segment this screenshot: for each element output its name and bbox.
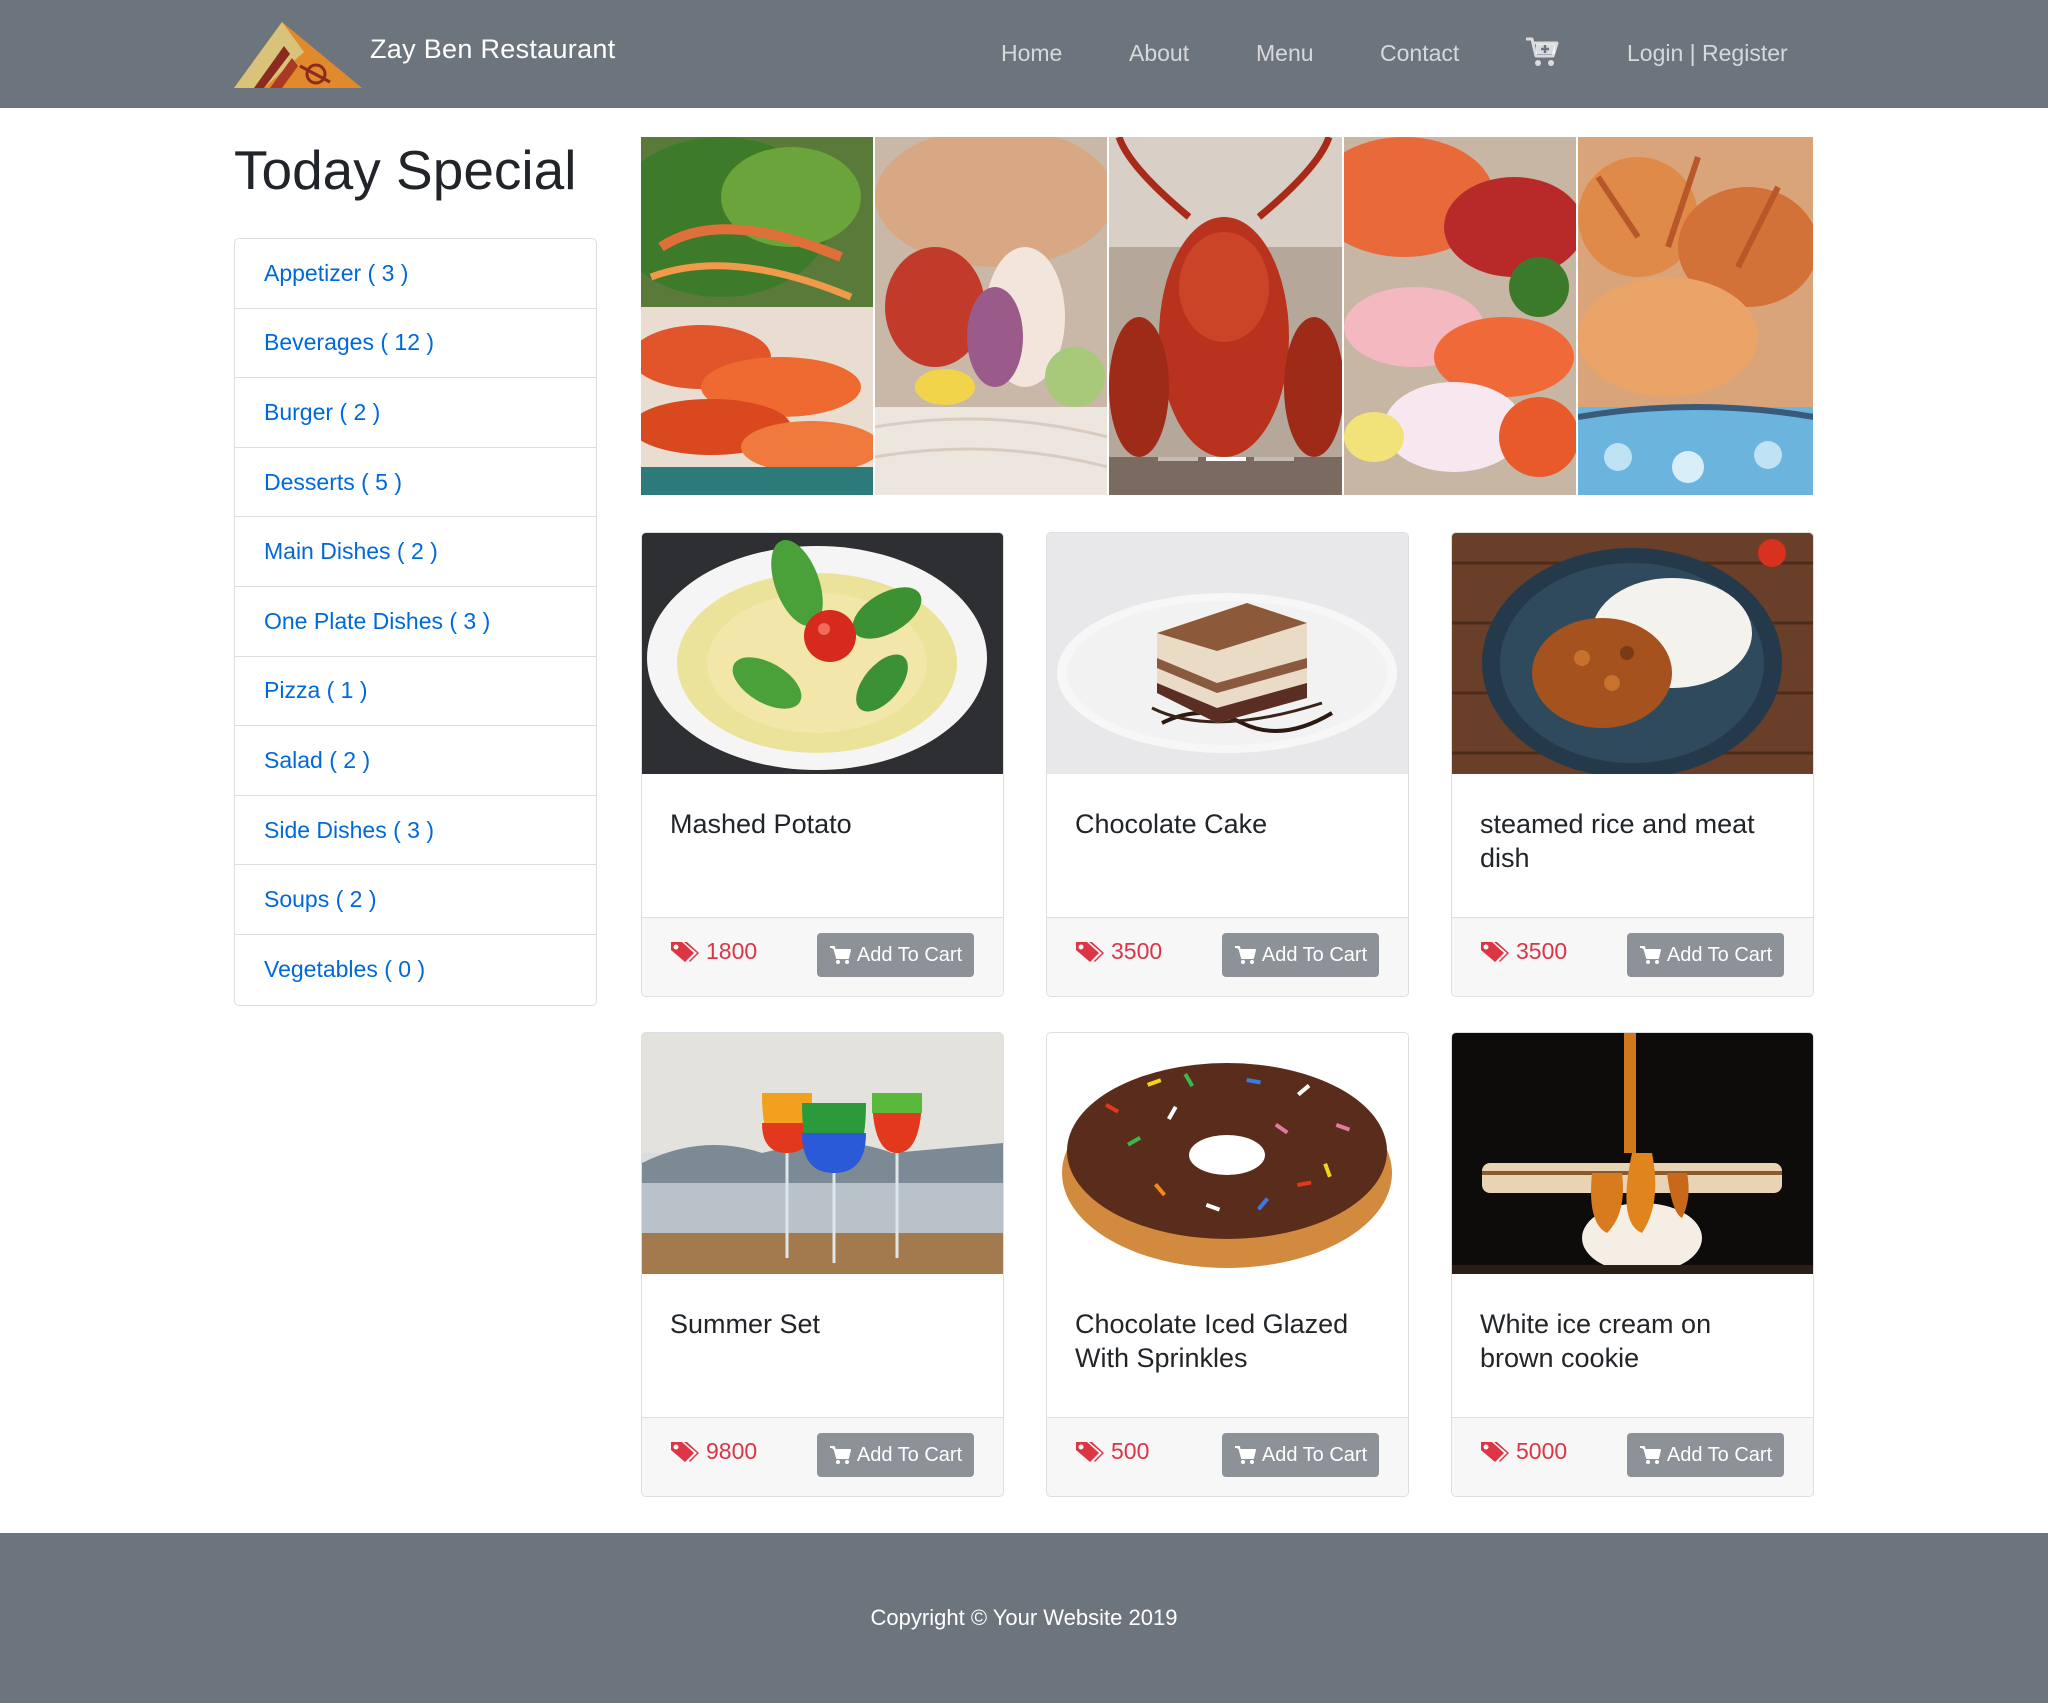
card-footer: 9800 Add To Cart	[642, 1417, 1003, 1496]
category-item-desserts[interactable]: Desserts ( 5 )	[235, 448, 596, 518]
mashed-potato-photo[interactable]	[642, 533, 1003, 774]
price-value: 5000	[1516, 1438, 1568, 1464]
card-footer: 5000 Add To Cart	[1452, 1417, 1813, 1496]
tags-icon	[1481, 941, 1509, 962]
category-item-salad[interactable]: Salad ( 2 )	[235, 726, 596, 796]
cart-icon	[829, 1446, 851, 1464]
product-card: Mashed Potato 1800 Add To Cart	[641, 532, 1004, 997]
category-item-vegetables[interactable]: Vegetables ( 0 )	[235, 935, 596, 1005]
add-to-cart-button[interactable]: Add To Cart	[1627, 933, 1784, 977]
cart-icon	[1234, 946, 1256, 964]
add-to-cart-label: Add To Cart	[856, 1443, 963, 1466]
price-tag: 500	[1075, 1438, 1149, 1465]
product-name[interactable]: Summer Set	[670, 1307, 980, 1341]
product-name[interactable]: steamed rice and meat dish	[1480, 807, 1790, 875]
copyright-text: Copyright © Your Website 2019	[870, 1605, 1178, 1630]
tags-icon	[1481, 1441, 1509, 1462]
price-value: 500	[1111, 1438, 1150, 1464]
price-tag: 9800	[670, 1438, 757, 1465]
nav-menu[interactable]: Menu	[1256, 40, 1314, 67]
category-item-burger[interactable]: Burger ( 2 )	[235, 378, 596, 448]
add-to-cart-button[interactable]: Add To Cart	[1627, 1433, 1784, 1477]
card-footer: 3500 Add To Cart	[1452, 917, 1813, 996]
card-footer: 500 Add To Cart	[1047, 1417, 1408, 1496]
footer: Copyright © Your Website 2019	[0, 1533, 2048, 1703]
chocolate-cake-photo[interactable]	[1047, 533, 1408, 774]
add-to-cart-button[interactable]: Add To Cart	[1222, 1433, 1379, 1477]
carousel-indicators	[1158, 457, 1294, 461]
product-name[interactable]: Mashed Potato	[670, 807, 980, 841]
add-to-cart-label: Add To Cart	[1666, 1443, 1773, 1466]
product-card: Chocolate Iced Glazed With Sprinkles 500…	[1046, 1032, 1409, 1497]
product-card: White ice cream on brown cookie 5000 Add…	[1451, 1032, 1814, 1497]
price-value: 3500	[1111, 938, 1163, 964]
add-to-cart-label: Add To Cart	[1261, 1443, 1368, 1466]
add-to-cart-button[interactable]: Add To Cart	[1222, 933, 1379, 977]
card-footer: 3500 Add To Cart	[1047, 917, 1408, 996]
navbar: Zay Ben Restaurant Home About Menu Conta…	[0, 0, 2048, 108]
card-footer: 1800 Add To Cart	[642, 917, 1003, 996]
add-to-cart-label: Add To Cart	[1666, 943, 1773, 966]
category-list: Appetizer ( 3 ) Beverages ( 12 ) Burger …	[234, 238, 597, 1006]
category-item-pizza[interactable]: Pizza ( 1 )	[235, 657, 596, 727]
sashimi-photo	[1343, 137, 1576, 495]
product-name[interactable]: Chocolate Cake	[1075, 807, 1385, 841]
food-carousel[interactable]	[641, 137, 1813, 495]
price-value: 9800	[706, 1438, 758, 1464]
tags-icon	[671, 1441, 699, 1462]
category-item-main-dishes[interactable]: Main Dishes ( 2 )	[235, 517, 596, 587]
brand-name[interactable]: Zay Ben Restaurant	[370, 34, 616, 65]
category-item-one-plate-dishes[interactable]: One Plate Dishes ( 3 )	[235, 587, 596, 657]
add-to-cart-button[interactable]: Add To Cart	[817, 933, 974, 977]
price-value: 1800	[706, 938, 758, 964]
lobster-photo	[1109, 137, 1342, 495]
cart-icon	[829, 946, 851, 964]
carousel-indicator-3[interactable]	[1254, 457, 1294, 461]
category-item-soups[interactable]: Soups ( 2 )	[235, 865, 596, 935]
restaurant-logo-icon[interactable]	[234, 18, 362, 90]
nav-contact[interactable]: Contact	[1380, 40, 1459, 67]
crab-on-ice-photo	[1577, 137, 1813, 495]
shrimp-salad-photo	[641, 137, 874, 495]
donut-photo[interactable]	[1047, 1033, 1408, 1274]
cart-icon	[1234, 1446, 1256, 1464]
add-to-cart-button[interactable]: Add To Cart	[817, 1433, 974, 1477]
price-tag: 5000	[1480, 1438, 1567, 1465]
category-item-side-dishes[interactable]: Side Dishes ( 3 )	[235, 796, 596, 866]
carousel-indicator-1[interactable]	[1158, 457, 1198, 461]
nav-login-register[interactable]: Login | Register	[1627, 40, 1788, 67]
seafood-platter-photo	[875, 137, 1108, 495]
tags-icon	[1076, 1441, 1104, 1462]
product-card: Chocolate Cake 3500 Add To Cart	[1046, 532, 1409, 997]
rice-and-meat-photo[interactable]	[1452, 533, 1813, 774]
nav-about[interactable]: About	[1129, 40, 1189, 67]
add-to-cart-label: Add To Cart	[856, 943, 963, 966]
category-item-beverages[interactable]: Beverages ( 12 )	[235, 309, 596, 379]
product-card: Summer Set 9800 Add To Cart	[641, 1032, 1004, 1497]
cart-icon	[1639, 1446, 1661, 1464]
product-name[interactable]: White ice cream on brown cookie	[1480, 1307, 1790, 1375]
category-item-appetizer[interactable]: Appetizer ( 3 )	[235, 239, 596, 309]
summer-set-photo[interactable]	[642, 1033, 1003, 1274]
cart-icon[interactable]	[1524, 34, 1560, 70]
nav-home[interactable]: Home	[1001, 40, 1062, 67]
price-tag: 3500	[1075, 938, 1162, 965]
price-tag: 3500	[1480, 938, 1567, 965]
cart-icon	[1639, 946, 1661, 964]
product-card: steamed rice and meat dish 3500 Add To C…	[1451, 532, 1814, 997]
tags-icon	[671, 941, 699, 962]
page-title: Today Special	[234, 139, 577, 201]
price-tag: 1800	[670, 938, 757, 965]
carousel-indicator-2[interactable]	[1206, 457, 1246, 461]
ice-cream-cookie-photo[interactable]	[1452, 1033, 1813, 1274]
product-name[interactable]: Chocolate Iced Glazed With Sprinkles	[1075, 1307, 1385, 1375]
tags-icon	[1076, 941, 1104, 962]
add-to-cart-label: Add To Cart	[1261, 943, 1368, 966]
price-value: 3500	[1516, 938, 1568, 964]
